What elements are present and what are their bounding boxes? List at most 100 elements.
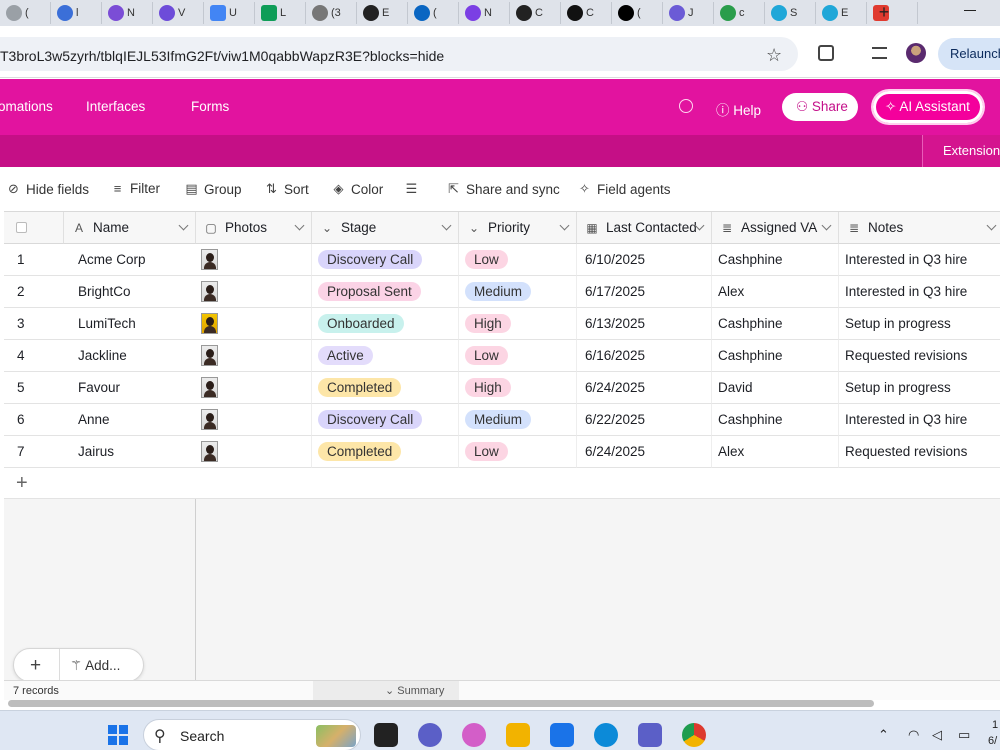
browser-tab[interactable]: S [765, 2, 816, 24]
add-record-row[interactable]: + [4, 468, 196, 499]
last-contacted-cell[interactable]: 6/16/2025 [577, 340, 712, 372]
photos-cell[interactable] [196, 340, 312, 372]
priority-cell[interactable]: Low [459, 244, 577, 276]
photos-cell[interactable] [196, 436, 312, 468]
browser-tab[interactable]: E [357, 2, 408, 24]
photos-cell[interactable] [196, 308, 312, 340]
name-cell[interactable]: Favour [64, 372, 196, 404]
row-number-cell[interactable]: 2 [4, 276, 64, 308]
windows-start-icon[interactable] [108, 725, 128, 745]
extensions-tab[interactable]: Extensions [922, 135, 1000, 167]
browser-tab[interactable]: (3 [306, 2, 357, 24]
folder-icon[interactable] [506, 723, 530, 747]
url-text[interactable]: T3broL3w5zyrh/tblqIEJL53IfmG2Ft/viw1M0qa… [0, 48, 444, 64]
store-icon[interactable] [550, 723, 574, 747]
browser-tab[interactable]: V [153, 2, 204, 24]
notes-cell[interactable]: Interested in Q3 hire [839, 404, 1000, 436]
stage-cell[interactable]: Discovery Call [312, 404, 459, 436]
row-number-cell[interactable]: 3 [4, 308, 64, 340]
name-cell[interactable]: Acme Corp [64, 244, 196, 276]
assigned-va-cell[interactable]: David [712, 372, 839, 404]
browser-tab[interactable]: L [255, 2, 306, 24]
media-controls-icon[interactable] [872, 47, 887, 59]
history-icon[interactable] [679, 99, 693, 113]
select-all-checkbox-cell[interactable] [4, 212, 64, 244]
photo-thumbnail[interactable] [201, 377, 218, 398]
name-cell[interactable]: LumiTech [64, 308, 196, 340]
last-contacted-cell[interactable]: 6/24/2025 [577, 436, 712, 468]
column-header-assigned_va[interactable]: ≣ Assigned VA [712, 212, 839, 244]
clock-time[interactable]: 1 [992, 719, 998, 731]
assigned-va-cell[interactable]: Cashphine [712, 244, 839, 276]
priority-cell[interactable]: High [459, 372, 577, 404]
stage-cell[interactable]: Completed [312, 436, 459, 468]
photos-cell[interactable] [196, 372, 312, 404]
chevron-down-icon[interactable] [294, 220, 305, 231]
relaunch-button[interactable]: Relaunch [938, 38, 1000, 70]
profile-avatar[interactable] [906, 43, 926, 63]
column-header-notes[interactable]: ≣ Notes [839, 212, 1000, 244]
photo-thumbnail[interactable] [201, 249, 218, 270]
last-contacted-cell[interactable]: 6/22/2025 [577, 404, 712, 436]
photos-cell[interactable] [196, 404, 312, 436]
browser-tab[interactable]: C [561, 2, 612, 24]
assigned-va-cell[interactable]: Cashphine [712, 340, 839, 372]
toolbar-sparkle-button[interactable]: ✧ Field agents [577, 181, 671, 197]
copilot-icon[interactable] [462, 723, 486, 747]
bookmark-star-icon[interactable]: ☆ [766, 45, 782, 66]
minimize-icon[interactable] [964, 10, 976, 11]
toolbar-group-button[interactable]: ▤ Group [184, 181, 241, 197]
browser-tab[interactable]: ( [612, 2, 663, 24]
chevron-down-icon[interactable] [441, 220, 452, 231]
toolbar-share-sync-button[interactable]: ⇱ Share and sync [446, 181, 560, 197]
row-number-cell[interactable]: 7 [4, 436, 64, 468]
priority-cell[interactable]: Low [459, 340, 577, 372]
column-header-name[interactable]: A Name [64, 212, 196, 244]
browser-tab[interactable]: N [102, 2, 153, 24]
share-button[interactable]: ⚇ Share [782, 93, 858, 121]
priority-cell[interactable]: High [459, 308, 577, 340]
toolbar-row-height-button[interactable]: ☰ [404, 181, 424, 197]
help-button[interactable]: ⓘ Help [716, 99, 761, 119]
name-cell[interactable]: Anne [64, 404, 196, 436]
browser-tab[interactable]: ( [0, 2, 51, 24]
add-record-row-extension[interactable] [196, 468, 1000, 499]
wifi-icon[interactable]: ◠ [908, 727, 919, 743]
battery-icon[interactable]: ▭ [958, 727, 970, 743]
browser-tab[interactable]: l [51, 2, 102, 24]
clock-date[interactable]: 6/ [988, 735, 997, 747]
browser-tab[interactable]: N [459, 2, 510, 24]
new-tab-button[interactable]: + [874, 2, 894, 22]
column-header-last_contacted[interactable]: ▦ Last Contacted [577, 212, 712, 244]
chevron-down-icon[interactable] [986, 220, 997, 231]
photo-thumbnail[interactable] [201, 345, 218, 366]
select-all-checkbox[interactable] [16, 222, 27, 233]
volume-icon[interactable]: ◁ [932, 727, 942, 743]
summary-dropdown[interactable]: ⌄ Summary [313, 681, 459, 701]
last-contacted-cell[interactable]: 6/17/2025 [577, 276, 712, 308]
priority-cell[interactable]: Medium [459, 276, 577, 308]
name-cell[interactable]: BrightCo [64, 276, 196, 308]
chrome-icon[interactable] [682, 723, 706, 747]
row-number-cell[interactable]: 6 [4, 404, 64, 436]
nav-forms[interactable]: Forms [191, 99, 229, 114]
plus-icon[interactable]: + [30, 655, 41, 677]
taskbar-search[interactable]: ⚲ Search [143, 719, 361, 750]
toolbar-paint-bucket-button[interactable]: ◈ Color [331, 181, 384, 197]
photos-cell[interactable] [196, 244, 312, 276]
stage-cell[interactable]: Proposal Sent [312, 276, 459, 308]
last-contacted-cell[interactable]: 6/10/2025 [577, 244, 712, 276]
nav-automations[interactable]: omations [0, 99, 53, 114]
chat-icon[interactable] [418, 723, 442, 747]
chevron-up-icon[interactable]: ⌃ [878, 727, 889, 743]
photo-thumbnail[interactable] [201, 409, 218, 430]
priority-cell[interactable]: Low [459, 436, 577, 468]
toolbar-filter-button[interactable]: ≡ Filter [110, 181, 160, 196]
stage-cell[interactable]: Onboarded [312, 308, 459, 340]
photo-thumbnail[interactable] [201, 441, 218, 462]
browser-tab[interactable]: C [510, 2, 561, 24]
photo-thumbnail[interactable] [201, 313, 218, 334]
browser-tab[interactable]: J [663, 2, 714, 24]
browser-tab[interactable]: U [204, 2, 255, 24]
assigned-va-cell[interactable]: Cashphine [712, 404, 839, 436]
